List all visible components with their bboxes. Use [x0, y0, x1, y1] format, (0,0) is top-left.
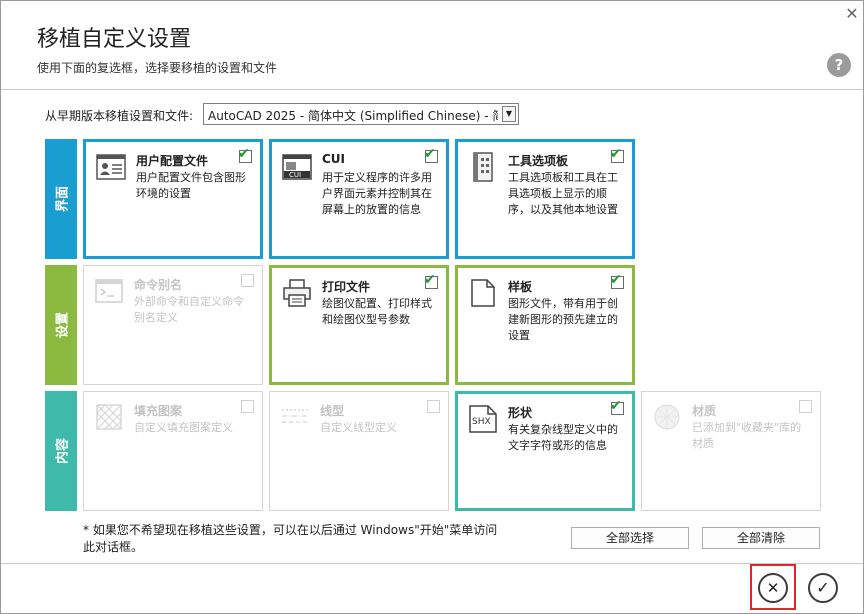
shx-icon-text: SHX — [472, 417, 491, 427]
card-description: 用户配置文件包含图形环境的设置 — [136, 171, 246, 200]
category-content-label: 内容 — [55, 437, 71, 465]
card-description: 有关复杂线型定义中的文字字符或形的信息 — [508, 423, 618, 452]
template-icon — [468, 278, 498, 308]
footer-note: * 如果您不希望现在移植这些设置，可以在以后通过 Windows"开始"菜单访问… — [83, 523, 498, 554]
category-settings-label: 设置 — [55, 311, 71, 339]
material-checkbox — [799, 400, 812, 413]
checkmark-icon: ✔ — [610, 272, 622, 288]
card-plot-files[interactable]: 打印文件 绘图仪配置、打印样式和绘图仪型号参数 ✔ — [269, 265, 449, 385]
source-version-label: 从早期版本移植设置和文件: — [45, 109, 194, 123]
checkmark-icon: ✔ — [424, 146, 436, 162]
category-interface: 界面 — [45, 139, 77, 259]
tool-palette-icon — [468, 152, 498, 182]
plot-files-checkbox[interactable]: ✔ — [424, 272, 438, 289]
checkmark-icon: ✔ — [610, 398, 622, 414]
printer-icon — [282, 278, 312, 308]
dropdown-arrow-icon[interactable]: ▼ — [502, 106, 516, 122]
card-hatch: 填充图案 自定义填充图案定义 — [83, 391, 263, 511]
category-content: 内容 — [45, 391, 77, 511]
card-cui[interactable]: CUI CUI 用于定义程序的许多用户界面元素并控制其在屏幕上的放置的信息 ✔ — [269, 139, 449, 259]
card-template[interactable]: 样板 图形文件，带有用于创建新图形的预先建立的设置 ✔ — [455, 265, 635, 385]
shape-checkbox[interactable]: ✔ — [610, 398, 624, 415]
dialog-subtitle: 使用下面的复选框，选择要移植的设置和文件 — [37, 61, 278, 75]
card-description: 自定义线型定义 — [320, 421, 397, 434]
hatch-icon — [94, 402, 124, 432]
source-version-value: AutoCAD 2025 - 简体中文 (Simplified Chinese)… — [208, 109, 498, 123]
shx-icon: SHX — [468, 404, 498, 434]
card-description: 绘图仪配置、打印样式和绘图仪型号参数 — [322, 297, 432, 326]
footer-divider — [1, 563, 863, 564]
card-title: 线型 — [320, 404, 345, 418]
source-version-select[interactable]: AutoCAD 2025 - 简体中文 (Simplified Chinese)… — [203, 103, 519, 125]
card-title: 样板 — [508, 280, 533, 294]
card-command-alias: 命令别名 外部命令和自定义命令别名定义 — [83, 265, 263, 385]
command-alias-checkbox — [241, 274, 254, 287]
card-description: 外部命令和自定义命令别名定义 — [134, 295, 244, 324]
material-icon — [652, 402, 682, 432]
migrate-dialog: ✕ 移植自定义设置 使用下面的复选框，选择要移植的设置和文件 ? 从早期版本移植… — [0, 0, 864, 614]
card-description: 工具选项板和工具在工具选项板上显示的顺序，以及其他本地设置 — [508, 171, 618, 216]
card-title: CUI — [322, 152, 346, 166]
user-profile-checkbox[interactable]: ✔ — [238, 146, 252, 163]
card-shape[interactable]: SHX 形状 有关复杂线型定义中的文字字符或形的信息 ✔ — [455, 391, 635, 511]
card-title: 形状 — [508, 406, 533, 420]
tool-palette-checkbox[interactable]: ✔ — [610, 146, 624, 163]
card-user-profile[interactable]: 用户配置文件 用户配置文件包含图形环境的设置 ✔ — [83, 139, 263, 259]
card-title: 工具选项板 — [508, 154, 569, 168]
template-checkbox[interactable]: ✔ — [610, 272, 624, 289]
close-icon[interactable]: ✕ — [843, 5, 861, 23]
cui-checkbox[interactable]: ✔ — [424, 146, 438, 163]
card-tool-palette[interactable]: 工具选项板 工具选项板和工具在工具选项板上显示的顺序，以及其他本地设置 ✔ — [455, 139, 635, 259]
card-linetype: 线型 自定义线型定义 — [269, 391, 449, 511]
dialog-title: 移植自定义设置 — [37, 27, 192, 52]
cancel-button[interactable]: ✕ — [758, 573, 788, 603]
checkmark-icon: ✔ — [424, 272, 436, 288]
card-title: 填充图案 — [134, 404, 183, 418]
card-description: 用于定义程序的许多用户界面元素并控制其在屏幕上的放置的信息 — [322, 171, 432, 216]
clear-all-button[interactable]: 全部清除 — [702, 527, 820, 549]
header-divider — [1, 89, 863, 90]
cui-icon: CUI — [282, 152, 312, 182]
linetype-checkbox — [427, 400, 440, 413]
card-title: 材质 — [692, 404, 717, 418]
category-settings: 设置 — [45, 265, 77, 385]
card-title: 命令别名 — [134, 278, 183, 292]
card-description: 已添加到"收藏夹"库的材质 — [692, 421, 802, 450]
checkmark-icon: ✔ — [610, 146, 622, 162]
command-alias-icon — [94, 276, 124, 306]
select-all-button[interactable]: 全部选择 — [571, 527, 689, 549]
card-title: 打印文件 — [322, 280, 371, 294]
hatch-checkbox — [241, 400, 254, 413]
card-title: 用户配置文件 — [136, 154, 209, 168]
card-description: 自定义填充图案定义 — [134, 421, 233, 434]
card-material: 材质 已添加到"收藏夹"库的材质 — [641, 391, 821, 511]
ok-button[interactable]: ✓ — [808, 573, 838, 603]
card-description: 图形文件，带有用于创建新图形的预先建立的设置 — [508, 297, 618, 342]
checkmark-icon: ✔ — [238, 146, 250, 162]
linetype-icon — [280, 402, 310, 432]
cui-icon-text: CUI — [289, 171, 302, 179]
user-profile-icon — [96, 152, 126, 182]
help-icon[interactable]: ? — [827, 53, 851, 77]
category-interface-label: 界面 — [55, 185, 71, 213]
